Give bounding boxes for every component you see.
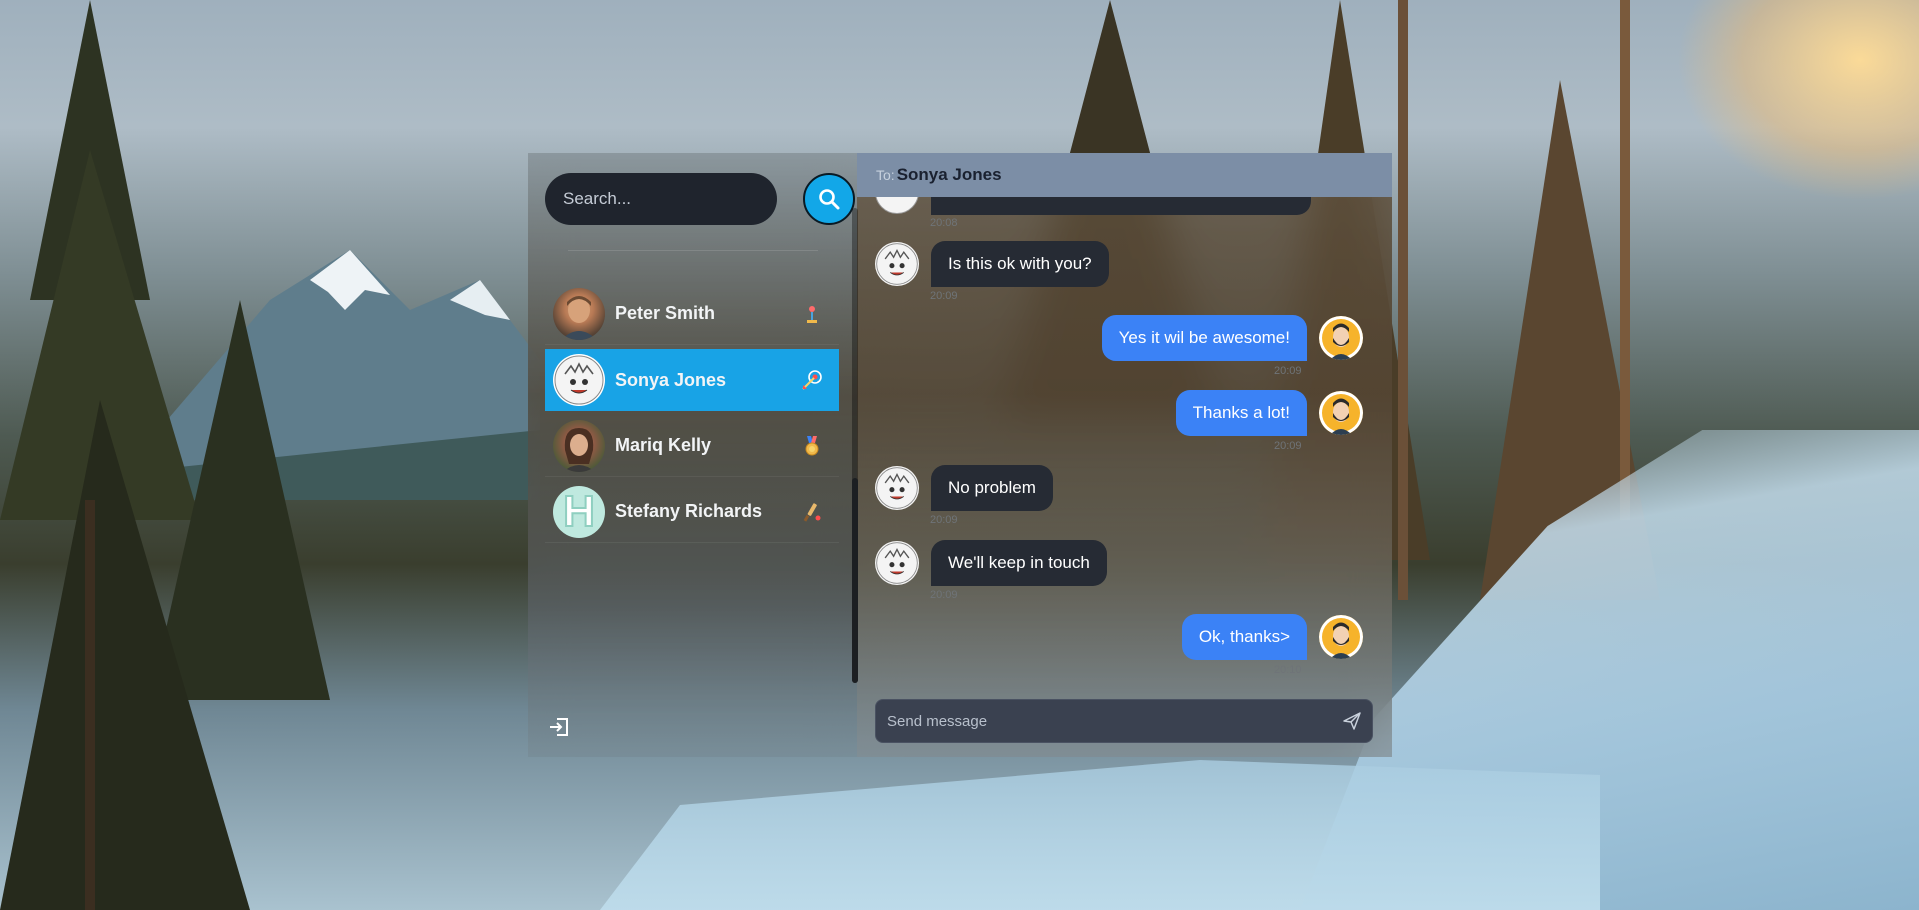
avatar-initial: H [562,486,596,537]
message-list: 20:08 Is this ok with you? 20:09 Yes it … [857,197,1377,687]
contacts-panel: Peter Smith Son [528,153,857,757]
avatar [553,287,605,340]
contact-item-peter-smith[interactable]: Peter Smith [545,283,839,345]
bearded-man-avatar-icon [1319,391,1363,435]
chat-header: To: Sonya Jones [857,153,1392,197]
message-incoming: Is this ok with you? [875,241,1109,287]
avatar [1319,615,1363,659]
contact-name: Stefany Richards [615,501,763,521]
message-incoming: We'll keep in touch [875,540,1107,586]
contact-item-sonya-jones[interactable]: Sonya Jones [545,349,839,411]
message-composer [875,699,1373,743]
message-bubble [931,197,1311,215]
contact-item-stefany-richards[interactable]: H Stefany Richards [545,481,839,543]
avatar [875,466,919,510]
message-time: 20:09 [930,589,958,601]
avatar [553,354,605,406]
sketch-avatar-icon [554,355,604,405]
avatar [1319,391,1363,435]
archery-icon [802,370,822,390]
message-time: 20:09 [1274,365,1302,377]
contact-name: Mariq Kelly [615,435,712,455]
chat-panel: To: Sonya Jones 20:08 Is this ok with yo… [857,153,1392,757]
message-time: 20:08 [930,217,958,229]
message-bubble: Yes it wil be awesome! [1101,315,1307,361]
bearded-man-avatar-icon [1319,615,1363,659]
search-input[interactable] [545,173,777,225]
trophy-icon [807,306,817,323]
message-time: 20:09 [1274,440,1302,452]
send-icon[interactable] [1342,711,1362,731]
message-time: 20:09 [930,290,958,302]
medal-icon [805,436,819,456]
mountain-illustration [150,250,540,500]
chat-scrollbar[interactable] [852,208,858,683]
message-time: 20:09 [930,514,958,526]
chat-app-window: Peter Smith Son [528,153,1392,757]
avatar [875,242,919,286]
search-button[interactable] [803,173,855,225]
avatar: H [553,485,605,538]
message-outgoing: Thanks a lot! [1175,390,1363,436]
message-bubble: Is this ok with you? [931,241,1109,287]
message-bubble: No problem [931,465,1053,511]
avatar [875,541,919,585]
message-outgoing: Ok, thanks> [1181,614,1363,660]
person-photo-icon [561,295,597,340]
message-input[interactable] [876,700,1316,742]
contact-list: Peter Smith Sonya Jones Mariq Kelly H St… [545,283,839,547]
person-photo-icon [563,427,595,472]
message-incoming: No problem [875,465,1053,511]
search-bar [545,171,855,225]
sketch-avatar-icon [876,467,918,509]
message-bubble: Thanks a lot! [1175,390,1307,436]
contact-name: Peter Smith [615,303,716,323]
divider [568,250,818,251]
message-time: 20:10 [1274,664,1302,676]
to-label: To: [876,167,895,183]
scrollbar-thumb[interactable] [852,478,858,683]
avatar [553,419,605,472]
search-icon [819,189,840,210]
message-bubble: We'll keep in touch [931,540,1107,586]
sketch-avatar-icon [876,542,918,584]
snow-ground [600,760,1600,910]
sketch-avatar-icon [876,243,918,285]
snow-trail [1300,430,1919,910]
bearded-man-avatar-icon [1319,316,1363,360]
recipient-name: Sonya Jones [896,165,1002,184]
contact-item-mariq-kelly[interactable]: Mariq Kelly [545,415,839,477]
message-bubble: Ok, thanks> [1181,614,1307,660]
message-outgoing: Yes it wil be awesome! [1101,315,1363,361]
contact-name: Sonya Jones [615,369,727,390]
logout-icon[interactable] [547,715,571,739]
avatar [1319,316,1363,360]
avatar [875,197,919,214]
message-incoming [875,197,1311,215]
cricket-icon [803,503,821,522]
pine-trees-left [0,0,330,910]
